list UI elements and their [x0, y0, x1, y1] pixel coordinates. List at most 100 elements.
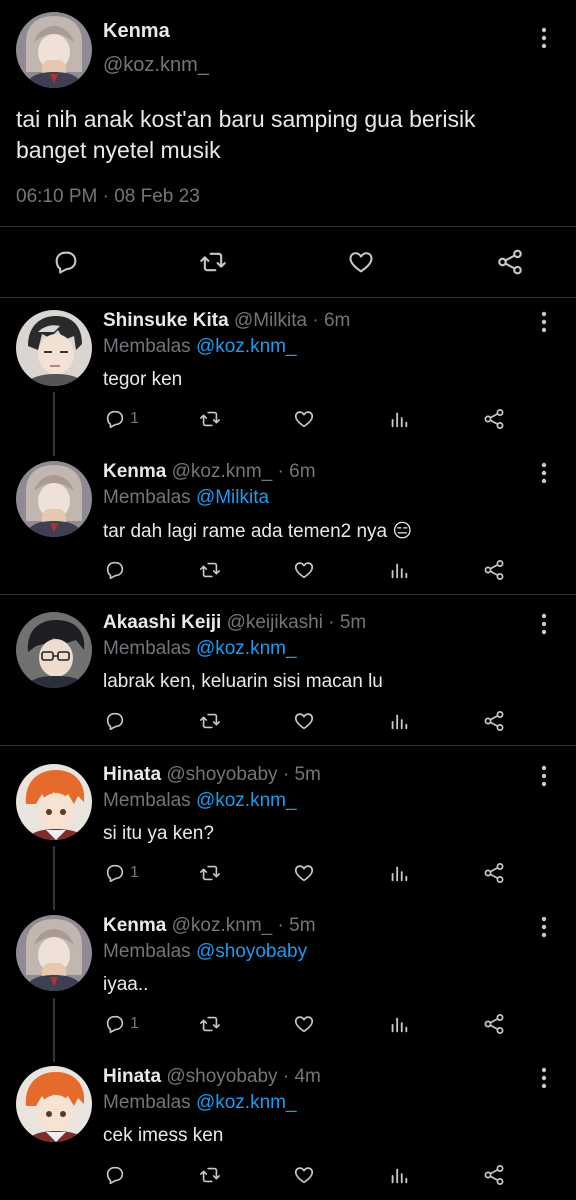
views-icon[interactable]: [388, 408, 410, 430]
divider: [0, 745, 576, 746]
avatar[interactable]: [16, 764, 92, 840]
avatar[interactable]: [16, 310, 92, 386]
replying-to: Membalas @koz.knm_: [103, 790, 297, 812]
like-icon[interactable]: [292, 1013, 316, 1035]
more-options-icon[interactable]: [539, 26, 549, 50]
reply-text-row: iyaa..: [103, 974, 148, 996]
share-icon[interactable]: [495, 247, 525, 277]
reply-text-row: cek imess ken: [103, 1125, 223, 1147]
avatar[interactable]: [16, 12, 92, 88]
reply-icon[interactable]: [52, 248, 80, 276]
reply-icon[interactable]: [104, 710, 126, 732]
author-handle[interactable]: @shoyobaby: [166, 764, 277, 785]
reply-time: · 5m: [282, 764, 321, 785]
retweet-icon[interactable]: [198, 862, 222, 884]
like-icon[interactable]: [292, 862, 316, 884]
reply-icon[interactable]: [104, 559, 126, 581]
share-icon[interactable]: [482, 1012, 506, 1036]
author-handle[interactable]: @koz.knm_: [103, 54, 209, 77]
avatar[interactable]: [16, 915, 92, 991]
replying-label: Membalas: [103, 638, 191, 659]
more-options-icon[interactable]: [539, 1066, 549, 1090]
reply-time: · 6m: [312, 310, 351, 331]
retweet-icon[interactable]: [198, 248, 228, 276]
more-options-icon[interactable]: [539, 461, 549, 485]
views-icon[interactable]: [388, 710, 410, 732]
author-name[interactable]: Kenma: [103, 20, 170, 43]
author-handle[interactable]: @Milkita: [234, 310, 307, 331]
share-icon[interactable]: [482, 407, 506, 431]
author-handle[interactable]: @koz.knm_: [172, 915, 273, 936]
tweet-text-line: banget nyetel musik: [16, 137, 221, 163]
reply-text: iyaa..: [103, 974, 149, 995]
tweet-text-line: tai nih anak kost'an baru samping gua be…: [16, 106, 476, 132]
tweet-text: tai nih anak kost'an baru samping gua be…: [16, 104, 476, 166]
divider: [0, 226, 576, 227]
replying-to-link[interactable]: @Milkita: [196, 487, 269, 508]
reply-icon[interactable]: 1: [104, 862, 139, 884]
more-options-icon[interactable]: [539, 764, 549, 788]
replying-label: Membalas: [103, 1092, 191, 1113]
replying-to-link[interactable]: @shoyobaby: [196, 941, 307, 962]
more-options-icon[interactable]: [539, 310, 549, 334]
like-icon[interactable]: [292, 408, 316, 430]
views-icon[interactable]: [388, 1164, 410, 1186]
author-name[interactable]: Shinsuke Kita: [103, 310, 229, 331]
reply-time: · 6m: [277, 461, 316, 482]
reply-icon[interactable]: 1: [104, 408, 139, 430]
share-icon[interactable]: [482, 558, 506, 582]
like-icon[interactable]: [346, 248, 376, 276]
author-name[interactable]: Kenma: [103, 915, 166, 936]
replying-to-link[interactable]: @koz.knm_: [196, 638, 297, 659]
views-icon[interactable]: [388, 862, 410, 884]
author-name[interactable]: Akaashi Keiji: [103, 612, 221, 633]
replying-to-link[interactable]: @koz.knm_: [196, 1092, 297, 1113]
reply-count: 1: [130, 410, 139, 427]
author-handle[interactable]: @keijikashi: [227, 612, 323, 633]
author-name[interactable]: Kenma: [103, 461, 166, 482]
reply-header: Hinata @shoyobaby · 4m: [103, 1066, 321, 1088]
author-name[interactable]: Hinata: [103, 1066, 161, 1087]
views-icon[interactable]: [388, 1013, 410, 1035]
author-handle[interactable]: @shoyobaby: [166, 1066, 277, 1087]
reply-icon[interactable]: [104, 1164, 126, 1186]
replying-to: Membalas @koz.knm_: [103, 638, 297, 660]
like-icon[interactable]: [292, 710, 316, 732]
thread-line: [53, 998, 55, 1062]
retweet-icon[interactable]: [198, 710, 222, 732]
reply-text: tegor ken: [103, 369, 183, 390]
retweet-icon[interactable]: [198, 559, 222, 581]
reply-time: · 5m: [328, 612, 367, 633]
replying-to: Membalas @shoyobaby: [103, 941, 307, 963]
reply-text-row: labrak ken, keluarin sisi macan lu: [103, 671, 383, 693]
share-icon[interactable]: [482, 1163, 506, 1187]
reply-header: Akaashi Keiji @keijikashi · 5m: [103, 612, 366, 634]
share-icon[interactable]: [482, 709, 506, 733]
reply-time: · 4m: [282, 1066, 321, 1087]
reply-icon[interactable]: 1: [104, 1013, 139, 1035]
replying-label: Membalas: [103, 336, 191, 357]
share-icon[interactable]: [482, 861, 506, 885]
replying-to-link[interactable]: @koz.knm_: [196, 790, 297, 811]
reply-text-row: tar dah lagi rame ada temen2 nya 😑: [103, 520, 412, 543]
expressionless-emoji-icon: 😑: [392, 521, 413, 542]
avatar[interactable]: [16, 1066, 92, 1142]
author-name[interactable]: Hinata: [103, 764, 161, 785]
retweet-icon[interactable]: [198, 1164, 222, 1186]
views-icon[interactable]: [388, 559, 410, 581]
reply-count: 1: [130, 864, 139, 881]
author-handle[interactable]: @koz.knm_: [172, 461, 273, 482]
replying-label: Membalas: [103, 941, 191, 962]
retweet-icon[interactable]: [198, 408, 222, 430]
reply-text: si itu ya ken?: [103, 823, 214, 844]
retweet-icon[interactable]: [198, 1013, 222, 1035]
more-options-icon[interactable]: [539, 915, 549, 939]
more-options-icon[interactable]: [539, 612, 549, 636]
avatar[interactable]: [16, 612, 92, 688]
reply-text: cek imess ken: [103, 1125, 224, 1146]
like-icon[interactable]: [292, 559, 316, 581]
thread-line: [53, 392, 55, 456]
avatar[interactable]: [16, 461, 92, 537]
replying-to-link[interactable]: @koz.knm_: [196, 336, 297, 357]
like-icon[interactable]: [292, 1164, 316, 1186]
